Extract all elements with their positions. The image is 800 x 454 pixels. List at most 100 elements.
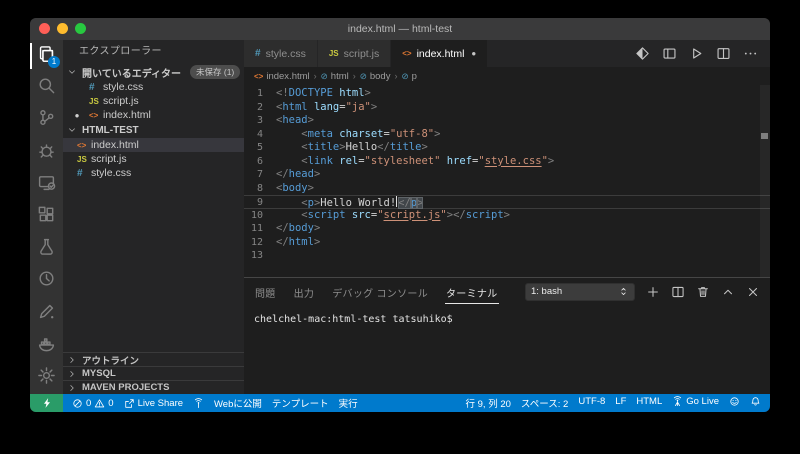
remote-indicator[interactable] — [30, 394, 63, 412]
activity-item-extensions[interactable] — [30, 201, 63, 233]
activity-item-debug[interactable] — [30, 137, 63, 169]
eol-indicator[interactable]: LF — [610, 396, 631, 407]
tree-item-style.css[interactable]: #style.css — [63, 166, 244, 180]
breadcrumb-separator: › — [353, 71, 356, 81]
toggle-preview-icon[interactable] — [635, 46, 650, 61]
tree-item-index.html[interactable]: <>index.html — [63, 138, 244, 152]
warning-icon — [94, 398, 105, 409]
close-panel-icon[interactable] — [746, 285, 760, 299]
open-editors-header[interactable]: 開いているエディター 未保存 (1) — [63, 64, 244, 80]
panel-tab-問題[interactable]: 問題 — [254, 280, 277, 303]
breadcrumb-item-index.html[interactable]: <>index.html — [254, 71, 310, 82]
more-actions-icon[interactable] — [743, 46, 758, 61]
file-label: index.html — [103, 109, 151, 121]
panel-tab-ターミナル[interactable]: ターミナル — [445, 280, 499, 304]
line-content: </html> — [276, 236, 320, 250]
minimize-window-button[interactable] — [57, 23, 68, 34]
activity-item-remote-explorer[interactable] — [30, 169, 63, 201]
editor-group: #style.cssJSscript.js<>index.html● <>ind… — [244, 40, 770, 394]
test-flask-icon — [37, 237, 56, 261]
run-button[interactable]: 実行 — [334, 394, 363, 412]
title-bar[interactable]: index.html — html-test — [30, 18, 770, 40]
go-live-button[interactable]: Go Live — [667, 396, 724, 407]
status-label: テンプレート — [272, 396, 329, 410]
breadcrumb-item-html[interactable]: ⊘html — [321, 71, 349, 82]
file-label: script.js — [91, 153, 127, 165]
new-terminal-icon[interactable] — [646, 285, 660, 299]
split-terminal-icon[interactable] — [671, 285, 685, 299]
line-number: 13 — [244, 249, 276, 263]
breadcrumb[interactable]: <>index.html›⊘html›⊘body›⊘p — [244, 67, 770, 85]
breadcrumb-item-p[interactable]: ⊘p — [401, 71, 416, 82]
split-editor-icon[interactable] — [716, 46, 731, 61]
activity-item-settings-gear[interactable] — [30, 362, 63, 394]
activity-item-search[interactable] — [30, 72, 63, 104]
notifications-bell[interactable] — [745, 396, 766, 407]
language-indicator[interactable]: HTML — [631, 396, 667, 407]
search-icon — [37, 76, 56, 100]
sidebar-section-アウトライン[interactable]: アウトライン — [63, 352, 244, 366]
sidebar-section-MYSQL[interactable]: MYSQL — [63, 366, 244, 380]
tab-index.html[interactable]: <>index.html● — [391, 40, 488, 67]
code-line-3: 3<head> — [244, 114, 770, 128]
line-number: 3 — [244, 114, 276, 128]
folder-section-header[interactable]: HTML-TEST — [63, 122, 244, 138]
open-editor-item-style.css[interactable]: #style.css — [63, 80, 244, 94]
chevron-down-icon — [67, 67, 79, 77]
template-button[interactable]: テンプレート — [267, 394, 334, 412]
sidebar-section-MAVEN PROJECTS[interactable]: MAVEN PROJECTS — [63, 380, 244, 394]
sidebar-title: エクスプローラー — [63, 40, 244, 64]
terminal-select[interactable]: 1: bash — [525, 283, 635, 301]
maximize-panel-icon[interactable] — [721, 285, 735, 299]
run-code-icon[interactable] — [689, 46, 704, 61]
encoding-indicator[interactable]: UTF-8 — [573, 396, 610, 407]
open-editors-label: 開いているエディター — [82, 65, 181, 80]
open-editor-item-index.html[interactable]: ●<>index.html — [63, 108, 244, 122]
tab-style.css[interactable]: #style.css — [244, 40, 318, 67]
panel-tab-デバッグ コンソール[interactable]: デバッグ コンソール — [331, 280, 429, 303]
panel-tab-bar: 問題出力デバッグ コンソールターミナル 1: bash — [244, 278, 770, 305]
line-number: 2 — [244, 101, 276, 115]
breadcrumb-separator: › — [314, 71, 317, 81]
line-content: <html lang="ja"> — [276, 101, 377, 115]
tab-script.js[interactable]: JSscript.js — [318, 40, 391, 67]
breadcrumb-item-body[interactable]: ⊘body — [360, 71, 391, 82]
tree-item-script.js[interactable]: JSscript.js — [63, 152, 244, 166]
indentation-indicator[interactable]: スペース: 2 — [516, 396, 573, 410]
panel-tab-出力[interactable]: 出力 — [293, 280, 316, 303]
terminal-output[interactable]: chelchel-mac:html-test tatsuhiko$ — [244, 305, 770, 325]
activity-item-clock[interactable] — [30, 265, 63, 297]
line-number: 11 — [244, 222, 276, 236]
activity-item-test-flask[interactable] — [30, 233, 63, 265]
line-content: <body> — [276, 182, 314, 196]
broadcast-indicator[interactable] — [188, 394, 209, 412]
kill-terminal-icon[interactable] — [696, 285, 710, 299]
problems-indicator[interactable]: 00 — [67, 394, 119, 412]
code-line-9: 9 <p>Hello World!</p> — [244, 195, 770, 209]
line-content: </body> — [276, 222, 320, 236]
close-window-button[interactable] — [39, 23, 50, 34]
code-editor[interactable]: 1<!DOCTYPE html>2<html lang="ja">3<head>… — [244, 85, 770, 277]
open-preview-icon[interactable] — [662, 46, 677, 61]
explorer-sidebar: エクスプローラー 開いているエディター 未保存 (1) #style.cssJS… — [63, 40, 244, 394]
publish-web-button[interactable]: Webに公開 — [209, 394, 267, 412]
zoom-window-button[interactable] — [75, 23, 86, 34]
activity-item-explorer[interactable]: 1 — [30, 40, 63, 72]
css-file-icon: # — [77, 168, 91, 179]
section-label: MAVEN PROJECTS — [82, 382, 169, 393]
bottom-panel: 問題出力デバッグ コンソールターミナル 1: bash chelchel-mac… — [244, 277, 770, 394]
editor-scrollbar[interactable] — [760, 85, 770, 277]
line-col-indicator[interactable]: 行 9, 列 20 — [461, 396, 516, 410]
feedback-smiley[interactable] — [724, 396, 745, 407]
live-share-button[interactable]: Live Share — [119, 394, 188, 412]
status-bar: 00 Live Share Webに公開テンプレート実行 行 9, 列 20スペース:… — [30, 394, 770, 412]
status-label: Live Share — [138, 398, 183, 409]
breadcrumb-label: p — [412, 71, 417, 82]
js-file-icon: JS — [329, 49, 339, 58]
open-editor-item-script.js[interactable]: JSscript.js — [63, 94, 244, 108]
html-file-icon: <> — [254, 72, 263, 81]
activity-item-source-control[interactable] — [30, 104, 63, 136]
chevron-right-icon — [67, 383, 79, 393]
activity-item-edit-pencil[interactable] — [30, 298, 63, 330]
activity-item-docker[interactable] — [30, 330, 63, 362]
